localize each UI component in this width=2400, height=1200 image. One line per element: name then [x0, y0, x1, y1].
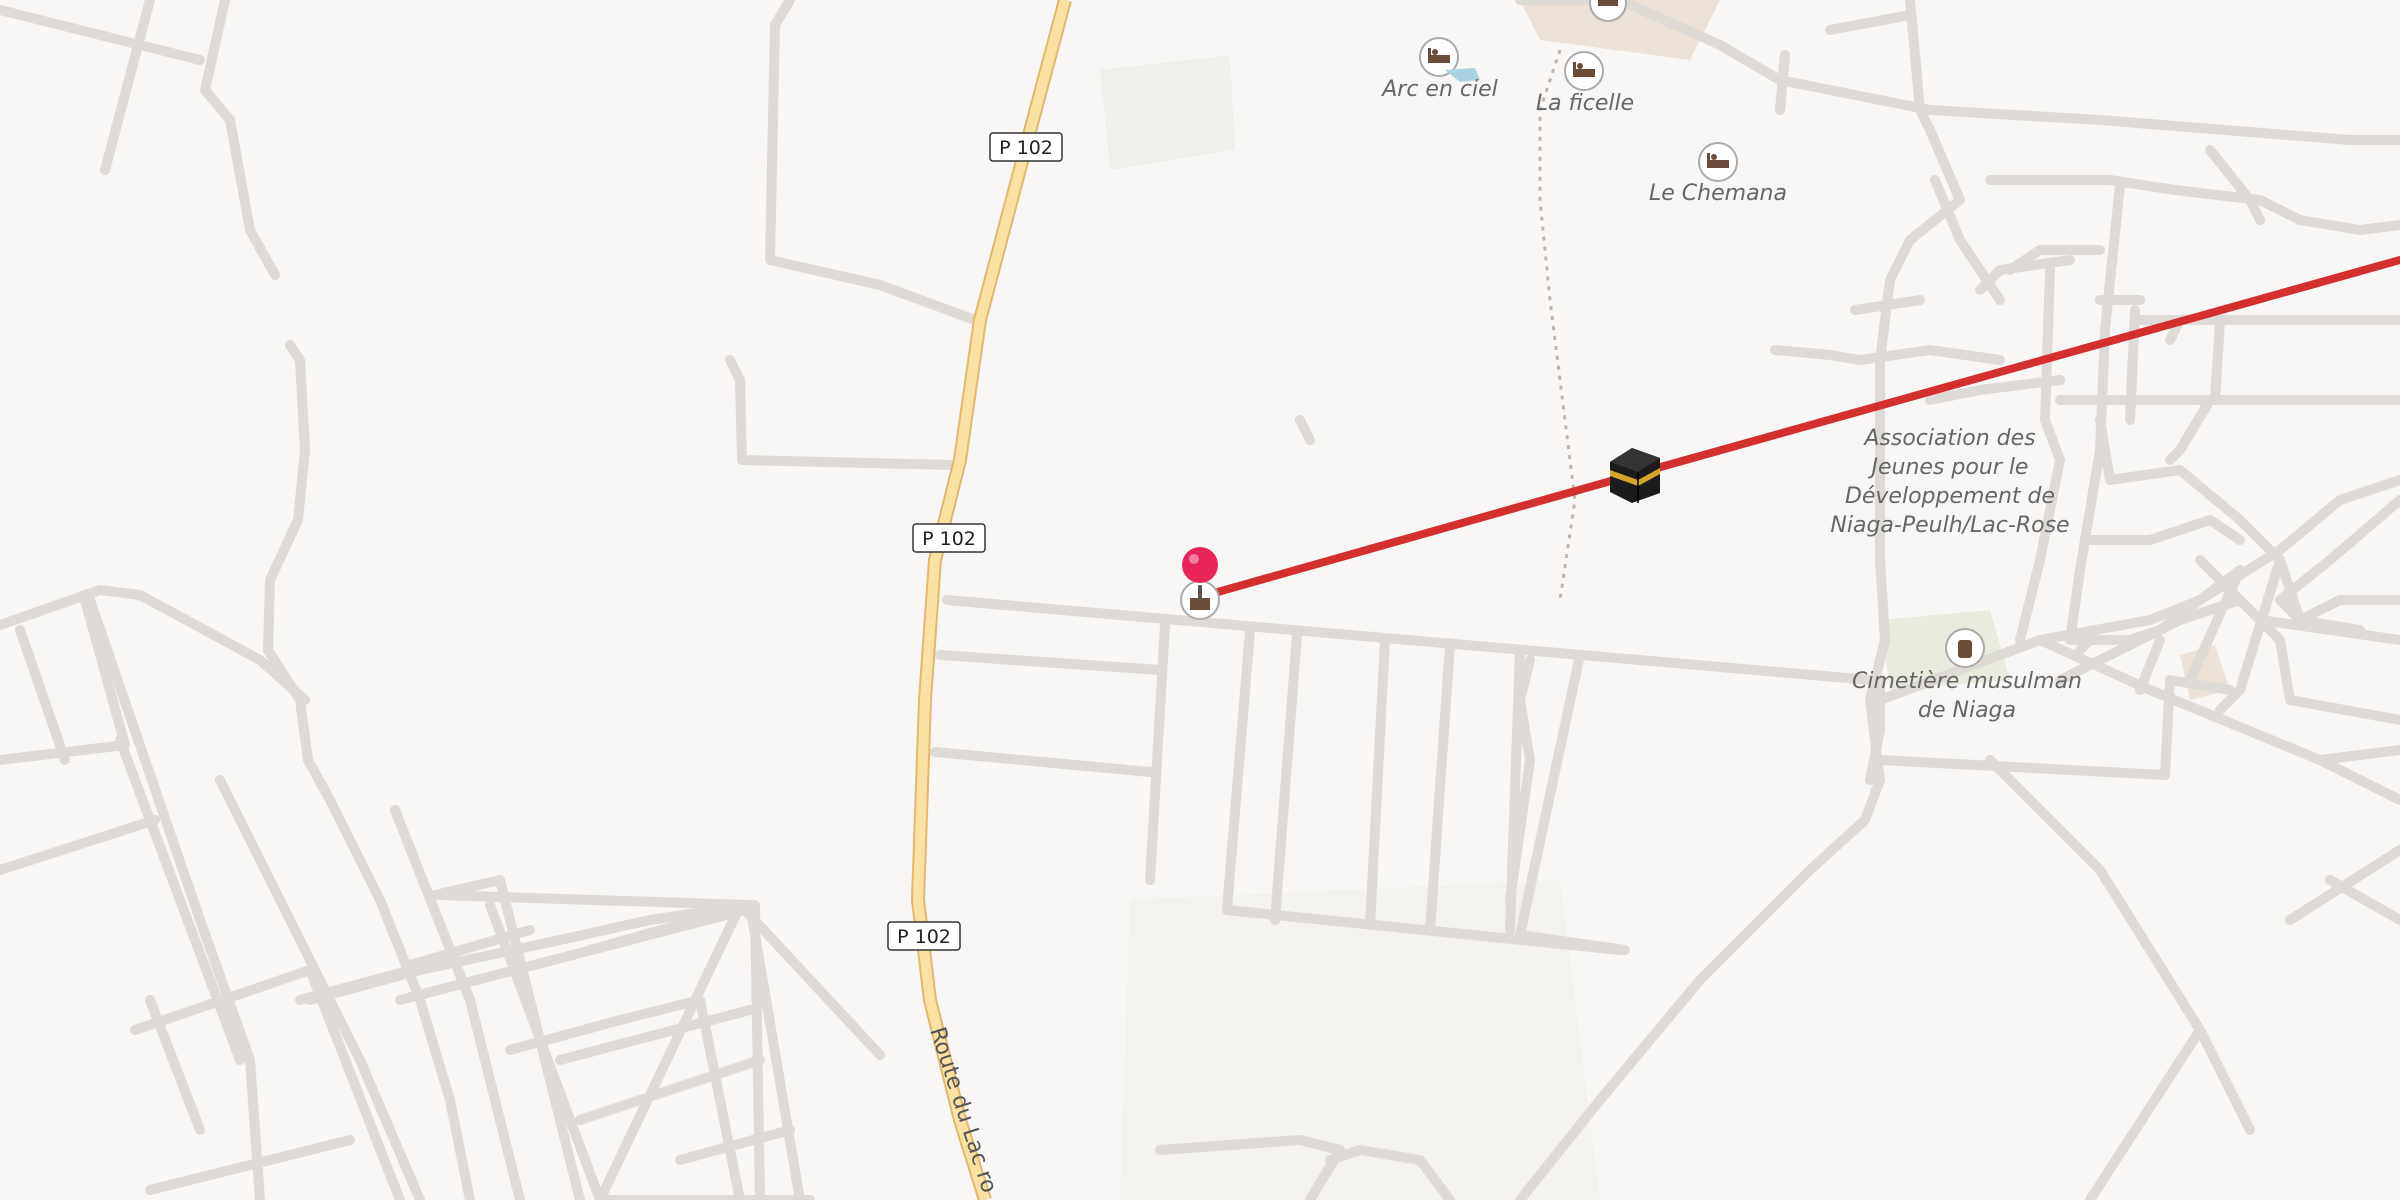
poi-label-line: Association des: [1862, 426, 2035, 451]
poi-label-line: de Niaga: [1918, 698, 2016, 723]
map-canvas[interactable]: Route du Lac ro P 102 P 102 P 102 Arc en…: [0, 0, 2400, 1200]
poi-label-line: Développement de: [1845, 484, 2055, 509]
road-shield-label: P 102: [999, 137, 1053, 159]
road-shield[interactable]: P 102: [887, 921, 961, 951]
road-shield-label: P 102: [922, 528, 976, 550]
poi-label-line: Cimetière musulman: [1852, 669, 2082, 694]
hotel-icon[interactable]: [1698, 142, 1738, 182]
poi-label[interactable]: Le Chemana: [1649, 181, 1787, 206]
poi-label[interactable]: La ficelle: [1536, 91, 1634, 116]
road-shield[interactable]: P 102: [989, 132, 1063, 162]
road-shield[interactable]: P 102: [912, 523, 986, 553]
hotel-icon[interactable]: [1564, 51, 1604, 91]
poi-label[interactable]: Arc en ciel: [1380, 77, 1498, 102]
poi-label-line: Jeunes pour le: [1868, 455, 2029, 480]
poi-label-line: Niaga-Peulh/Lac-Rose: [1830, 513, 2069, 538]
road-shield-label: P 102: [897, 926, 951, 948]
cemetery-icon[interactable]: [1945, 628, 1985, 668]
